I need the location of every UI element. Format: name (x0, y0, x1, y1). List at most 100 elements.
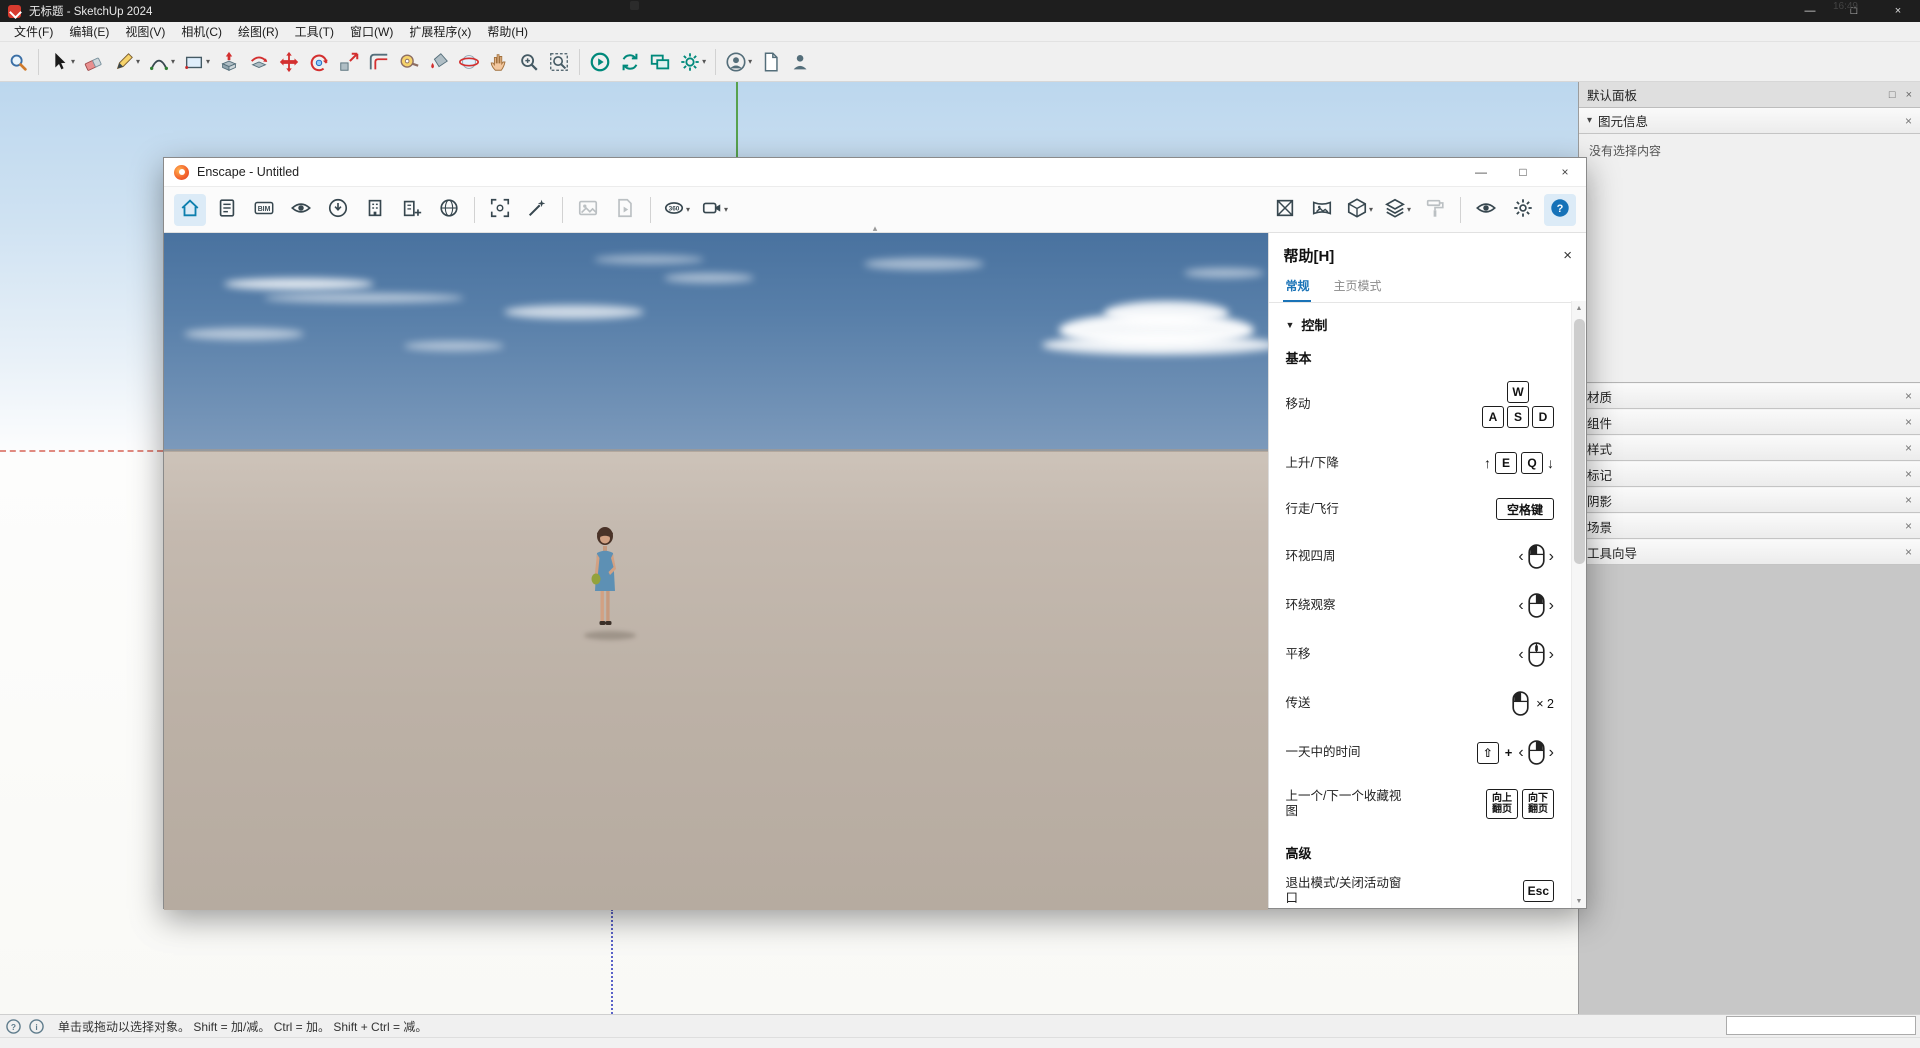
paint-bucket-button[interactable] (425, 46, 453, 78)
select-button[interactable]: ▾ (45, 46, 78, 78)
dropdown-arrow-icon[interactable]: ▾ (748, 57, 752, 66)
panel-close-icon[interactable]: × (1905, 493, 1912, 507)
dropdown-arrow-icon[interactable]: ▾ (136, 57, 140, 66)
rotate-button[interactable] (305, 46, 333, 78)
collapse-icon[interactable]: ▾ (1587, 115, 1592, 126)
panel-close-icon[interactable]: × (1905, 441, 1912, 455)
tray-panel-工具向导[interactable]: 工具向导× (1579, 539, 1920, 565)
help-tab-1[interactable]: 常规 (1283, 272, 1311, 302)
xray-button[interactable] (1269, 194, 1301, 226)
rectangle-button[interactable]: ▾ (180, 46, 213, 78)
dropdown-arrow-icon[interactable]: ▾ (71, 57, 75, 66)
new-file-button[interactable] (757, 46, 785, 78)
menu-item[interactable]: 相机(C) (173, 22, 230, 42)
menu-item[interactable]: 文件(F) (6, 22, 61, 42)
dropdown-arrow-icon[interactable]: ▾ (702, 57, 706, 66)
dropdown-arrow-icon[interactable]: ▾ (1407, 205, 1411, 214)
enscape-maximize-button[interactable]: □ (1502, 158, 1544, 186)
enscape-render-button[interactable] (586, 46, 614, 78)
help-scrollbar[interactable]: ▲ ▼ (1571, 301, 1586, 908)
line-button[interactable]: ▾ (110, 46, 143, 78)
dropdown-arrow-icon[interactable]: ▾ (1369, 205, 1373, 214)
panel-close-icon[interactable]: × (1905, 467, 1912, 481)
menu-item[interactable]: 帮助(H) (479, 22, 536, 42)
menu-item[interactable]: 窗口(W) (342, 22, 401, 42)
tray-close-icon[interactable]: × (1906, 89, 1912, 101)
minimize-button[interactable]: — (1788, 0, 1832, 22)
offset-button[interactable] (365, 46, 393, 78)
frame-button[interactable] (484, 194, 516, 226)
entity-info-header[interactable]: ▾ 图元信息 × (1579, 108, 1920, 134)
zoom-button[interactable] (515, 46, 543, 78)
tray-panel-阴影[interactable]: 阴影× (1579, 487, 1920, 513)
arc-button[interactable]: ▾ (145, 46, 178, 78)
enscape-close-button[interactable]: × (1544, 158, 1586, 186)
account-button[interactable]: ▾ (722, 46, 755, 78)
tray-panel-组件[interactable]: 组件× (1579, 409, 1920, 435)
image-button[interactable] (572, 194, 604, 226)
tray-panel-场景[interactable]: 场景× (1579, 513, 1920, 539)
push-pull-button[interactable] (215, 46, 243, 78)
building-button[interactable] (359, 194, 391, 226)
menu-item[interactable]: 扩展程序(x) (401, 22, 479, 42)
move-button[interactable] (275, 46, 303, 78)
help-tab-2[interactable]: 主页模式 (1331, 272, 1383, 302)
dropdown-arrow-icon[interactable]: ▾ (686, 205, 690, 214)
close-button[interactable]: × (1876, 0, 1920, 22)
enscape-render-viewport[interactable] (164, 233, 1268, 910)
doc-play-button[interactable] (609, 194, 641, 226)
zoom-extents-button[interactable] (545, 46, 573, 78)
panel-close-icon[interactable]: × (1905, 389, 1912, 403)
panorama-button[interactable] (1306, 194, 1338, 226)
video-button[interactable]: ▾ (698, 194, 731, 226)
panel-close-icon[interactable]: × (1905, 545, 1912, 559)
dropdown-arrow-icon[interactable]: ▾ (206, 57, 210, 66)
tray-restore-icon[interactable]: □ (1889, 89, 1896, 101)
entity-info-close-icon[interactable]: × (1905, 114, 1912, 128)
eye-button[interactable] (285, 194, 317, 226)
scroll-down-icon[interactable]: ▼ (1572, 894, 1586, 908)
eraser-button[interactable] (80, 46, 108, 78)
dropdown-arrow-icon[interactable]: ▾ (724, 205, 728, 214)
menu-item[interactable]: 绘图(R) (230, 22, 287, 42)
taskbar-app-icon[interactable] (630, 1, 639, 10)
help-section-controls[interactable]: ▼ 控制 (1285, 315, 1554, 334)
roller-button[interactable] (1419, 194, 1451, 226)
menu-item[interactable]: 编辑(E) (61, 22, 117, 42)
tray-panel-材质[interactable]: 材质× (1579, 383, 1920, 409)
help-close-icon[interactable]: × (1563, 247, 1572, 264)
follow-me-button[interactable] (245, 46, 273, 78)
tray-panel-样式[interactable]: 样式× (1579, 435, 1920, 461)
scroll-up-icon[interactable]: ▲ (1572, 301, 1586, 315)
building-plus-button[interactable] (396, 194, 428, 226)
dropdown-arrow-icon[interactable]: ▾ (171, 57, 175, 66)
tape-measure-button[interactable] (395, 46, 423, 78)
geolocation-icon[interactable]: ? (6, 1019, 21, 1034)
info-icon[interactable]: i (29, 1019, 44, 1034)
enscape-views-button[interactable] (646, 46, 674, 78)
panel-close-icon[interactable]: × (1905, 415, 1912, 429)
help-button[interactable]: ? (1544, 194, 1576, 226)
measurements-input[interactable] (1726, 1016, 1916, 1035)
home-button[interactable] (174, 194, 206, 226)
panel-close-icon[interactable]: × (1905, 519, 1912, 533)
menu-item[interactable]: 工具(T) (287, 22, 342, 42)
download-button[interactable] (322, 194, 354, 226)
cube-button[interactable]: ▾ (1343, 194, 1376, 226)
scale-button[interactable] (335, 46, 363, 78)
notes-button[interactable] (211, 194, 243, 226)
globe-button[interactable] (433, 194, 465, 226)
enscape-minimize-button[interactable]: — (1460, 158, 1502, 186)
menu-item[interactable]: 视图(V) (117, 22, 173, 42)
pan-button[interactable] (485, 46, 513, 78)
orbit-button[interactable] (455, 46, 483, 78)
tray-panel-标记[interactable]: 标记× (1579, 461, 1920, 487)
search-button[interactable] (4, 46, 32, 78)
add-person-button[interactable] (787, 46, 815, 78)
settings-button[interactable] (1507, 194, 1539, 226)
scrollbar-thumb[interactable] (1574, 319, 1585, 564)
enscape-settings-button[interactable]: ▾ (676, 46, 709, 78)
bim-button[interactable]: BIM (248, 194, 280, 226)
layers-button[interactable]: ▾ (1381, 194, 1414, 226)
pano360-button[interactable]: 360▾ (660, 194, 693, 226)
